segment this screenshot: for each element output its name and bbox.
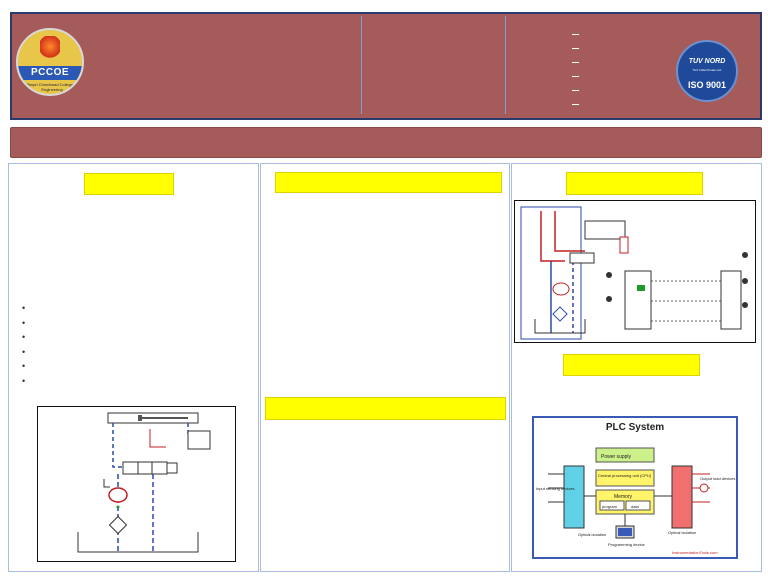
filter [552,306,568,322]
output-module [671,465,693,529]
header-divider [505,16,506,114]
status-indicator [742,278,748,284]
header-dash-list [572,34,579,118]
logo-name: PCCOE [18,66,82,80]
reservoir [77,532,199,553]
plc-output-module [720,270,742,330]
section-heading-highlight [84,173,174,195]
plc-wiring-diagram [520,206,748,340]
input-led-on [637,285,645,291]
plc-system-figure: PLC System Power supply Central processi… [532,416,738,559]
bullet-item: • [22,303,26,313]
dash-item [572,48,579,49]
output-motor-icon [699,483,709,493]
input-module [563,465,585,529]
optical-isolation-left: Optical isolation [578,532,606,537]
relief-valve [103,479,110,488]
plc-wiring-figure [514,200,756,343]
valve-solenoid [166,462,178,474]
plc-input-module [624,270,652,330]
tuv-sub-text: TUV India Private Ltd. [692,68,722,72]
header-divider [361,16,362,114]
programming-device-label: Programming device [608,542,645,547]
bullet-item: • [22,361,26,372]
program-label: program [602,504,618,509]
section-heading-highlight [275,172,502,193]
dash-item [572,104,579,105]
pilot-line [149,429,166,448]
section-heading-highlight [265,397,506,420]
directional-valve [569,252,595,264]
pressure-line [112,423,158,468]
bullet-list: • • • • • • [22,302,25,390]
bullet-item: • [22,332,26,343]
output-devices-label: Output load devices [700,476,735,481]
title-banner [10,127,762,158]
tuv-brand: TUV NORD [688,58,726,65]
dash-item [572,34,579,35]
status-indicator [742,252,748,258]
dash-item [572,90,579,91]
cylinder [584,220,626,240]
logo-sub-text: Pimpri Chinchwad College of Engineering [26,82,78,92]
section-heading-highlight [563,354,700,376]
power-supply-label: Power supply [601,454,632,460]
hydraulic-circuit-figure [37,406,236,562]
input-devices-label: Input sensing devices [536,486,574,491]
data-label: data [631,504,640,509]
pressure-line [540,211,565,262]
status-indicator [606,272,612,278]
source-credit: InstrumentationTools.com [672,550,718,555]
bullet-item: • [22,346,26,357]
plc-block-diagram: Power supply Central processing unit (CP… [536,447,735,555]
directional-valve [122,461,168,475]
solenoid [619,236,629,254]
cpu-label: Central processing unit (CPU) [598,473,652,478]
bullet-item: • [22,375,26,386]
tuv-iso-logo: TUV NORD TUV India Private Ltd. ISO 9001 [676,40,738,102]
torch-icon [40,36,60,62]
section-heading-highlight [566,172,703,195]
memory-label: Memory [614,494,633,500]
pump [108,487,128,503]
solenoid-block [187,430,211,450]
pump [552,282,570,296]
dash-item [572,62,579,63]
filter [108,515,128,535]
status-indicator [606,296,612,302]
pccoe-logo: PCCOE Pimpri Chinchwad College of Engine… [16,28,84,96]
column-middle [260,163,510,572]
optical-isolation-right: Optical isolation [668,530,696,535]
iso-cert: ISO 9001 [687,80,727,90]
bullet-item: • [22,317,26,328]
header-banner: PCCOE Pimpri Chinchwad College of Engine… [10,12,762,120]
status-indicator [742,302,748,308]
piston [138,415,142,421]
hydraulic-circuit-diagram [77,412,211,553]
dash-item [572,76,579,77]
